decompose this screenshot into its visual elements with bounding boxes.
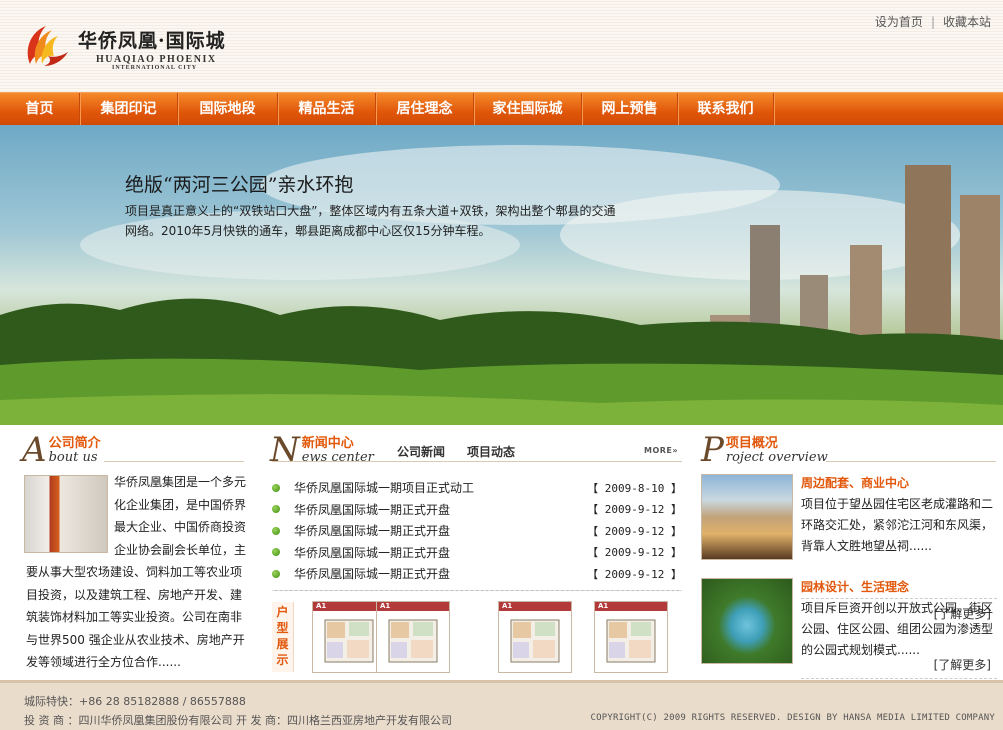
bullet-icon — [272, 483, 280, 492]
banner-description: 项目是真正意义上的“双铁站口大盘”，整体区域内有五条大道+双铁，架构出整个郫县的… — [125, 204, 616, 238]
tab-company-news[interactable]: 公司新闻 — [397, 443, 445, 460]
news-item-title[interactable]: 华侨凤凰国际城一期正式开盘 — [294, 501, 587, 518]
floor-plan-type: A1 — [499, 602, 571, 611]
nav-item-living[interactable]: 家住国际城 — [474, 93, 582, 126]
news-heading-line — [272, 461, 682, 462]
project-heading-cn: 项目概况 — [725, 436, 778, 451]
floor-plan-icon — [510, 619, 560, 663]
learn-more-link[interactable]: [了解更多] — [934, 656, 991, 673]
floor-plan-type: A1 — [377, 602, 449, 611]
bullet-icon — [272, 526, 280, 535]
project-item: 周边配套、商业中心 项目位于望丛园住宅区老成灌路和二环路交汇处，紧邻沱江河和东风… — [701, 474, 997, 621]
hero-banner: 绝版“两河三公园”亲水环抱 项目是真正意义上的“双铁站口大盘”，整体区域内有五条… — [0, 125, 1003, 425]
floor-plan-icon — [324, 619, 374, 663]
site-logo[interactable]: 华侨凤凰·国际城 HUAQIAO PHOENIX INTERNATIONAL C… — [22, 20, 226, 72]
news-list: 华侨凤凰国际城一期项目正式动工 【 2009-8-10 】 华侨凤凰国际城一期正… — [272, 477, 682, 585]
news-item-date: 【 2009-9-12 】 — [587, 503, 682, 517]
project-image-commercial[interactable] — [701, 474, 793, 560]
floor-plan-thumb[interactable]: A1 — [594, 601, 668, 673]
news-item[interactable]: 华侨凤凰国际城一期正式开盘 【 2009-9-12 】 — [272, 563, 682, 585]
floor-plan-icon — [606, 619, 656, 663]
footer-copyright: COPYRIGHT(C) 2009 RIGHTS RESERVED. DESIG… — [590, 713, 995, 723]
about-heading-en: bout us — [48, 450, 98, 465]
nav-item-presale[interactable]: 网上预售 — [582, 93, 678, 126]
news-item[interactable]: 华侨凤凰国际城一期正式开盘 【 2009-9-12 】 — [272, 520, 682, 542]
bullet-icon — [272, 548, 280, 557]
logo-english-name: HUAQIAO PHOENIX — [96, 54, 217, 65]
about-heading-line — [104, 461, 244, 462]
project-item-title[interactable]: 周边配套、商业中心 — [801, 474, 909, 491]
news-more-link[interactable]: MORE» — [644, 446, 678, 455]
news-item-title[interactable]: 华侨凤凰国际城一期正式开盘 — [294, 565, 587, 582]
logo-chinese-name: 华侨凤凰·国际城 — [78, 30, 226, 52]
project-item-desc: 项目位于望丛园住宅区老成灌路和二环路交汇处，紧邻沱江河和东风渠，背靠人文胜地望丛… — [801, 497, 994, 553]
project-image-garden[interactable] — [701, 578, 793, 664]
nav-item-home[interactable]: 首页 — [0, 93, 80, 126]
floor-plan-thumb[interactable]: A1 — [312, 601, 386, 673]
news-item-date: 【 2009-9-12 】 — [587, 546, 682, 560]
bookmark-link[interactable]: 收藏本站 — [943, 15, 991, 29]
site-header: 华侨凤凰·国际城 HUAQIAO PHOENIX INTERNATIONAL C… — [0, 0, 1003, 92]
news-item-title[interactable]: 华侨凤凰国际城一期项目正式动工 — [294, 479, 587, 496]
nav-item-concept[interactable]: 居住理念 — [376, 93, 474, 126]
about-heading-letter: A — [22, 430, 47, 470]
bullet-icon — [272, 505, 280, 514]
nav-item-contact[interactable]: 联系我们 — [678, 93, 774, 126]
project-item-desc: 项目斥巨资开创以开放式公园、街区公园、住区公园、组团公园为渗透型的公园式规划模式… — [801, 601, 994, 657]
floor-plan-label: 户型展示 — [272, 602, 294, 672]
news-heading-en: ews center — [301, 450, 374, 465]
news-item[interactable]: 华侨凤凰国际城一期正式开盘 【 2009-9-12 】 — [272, 542, 682, 564]
floor-plan-type: A1 — [313, 602, 385, 611]
footer-hotline: 城际特快：+86 28 85182888 / 86557888 — [24, 695, 246, 708]
project-item-title[interactable]: 园林设计、生活理念 — [801, 578, 909, 595]
news-item[interactable]: 华侨凤凰国际城一期项目正式动工 【 2009-8-10 】 — [272, 477, 682, 499]
logo-english-subtitle: INTERNATIONAL CITY — [112, 65, 198, 71]
news-item-date: 【 2009-8-10 】 — [587, 481, 682, 495]
about-text: 华侨凤凰集团是一个多元化企业集团，是中国侨界最大企业、中国侨商投资企业协会副会长… — [26, 471, 246, 674]
top-links-separator: | — [930, 15, 935, 29]
about-section-heading: A 公司简介 bout us — [22, 430, 101, 470]
news-tabs: 公司新闻 项目动态 — [397, 443, 515, 460]
banner-title: 绝版“两河三公园”亲水环抱 — [125, 174, 354, 196]
project-item: 园林设计、生活理念 项目斥巨资开创以开放式公园、街区公园、住区公园、组团公园为渗… — [701, 578, 997, 679]
project-heading-line — [826, 461, 996, 462]
floor-plan-icon — [388, 619, 438, 663]
tab-project-news[interactable]: 项目动态 — [467, 443, 515, 460]
floor-plan-type: A1 — [595, 602, 667, 611]
news-heading-cn: 新闻中心 — [301, 436, 354, 451]
top-links: 设为首页 | 收藏本站 — [875, 13, 991, 30]
project-heading-letter: P — [701, 430, 724, 470]
floor-plan-thumb[interactable]: A1 — [498, 601, 572, 673]
footer-companies: 投 资 商 ：四川华侨凤凰集团股份有限公司 开 发 商：四川格兰西亚房地产开发有… — [24, 714, 452, 727]
main-nav: 首页 集团印记 国际地段 精品生活 居住理念 家住国际城 网上预售 联系我们 — [0, 92, 1003, 126]
news-item[interactable]: 华侨凤凰国际城一期正式开盘 【 2009-9-12 】 — [272, 499, 682, 521]
bullet-icon — [272, 569, 280, 578]
nav-item-lifestyle[interactable]: 精品生活 — [278, 93, 376, 126]
project-section-heading: P 项目概况 roject overview — [701, 430, 828, 470]
main-content: A 公司简介 bout us 华侨凤凰集团是一个多元化企业集团，是中国侨界最大企… — [0, 425, 1003, 680]
nav-item-location[interactable]: 国际地段 — [178, 93, 278, 126]
project-heading-en: roject overview — [725, 450, 828, 465]
set-homepage-link[interactable]: 设为首页 — [875, 15, 923, 29]
project-item-divider — [801, 678, 997, 679]
floor-plan-thumb[interactable]: A1 — [376, 601, 450, 673]
news-item-title[interactable]: 华侨凤凰国际城一期正式开盘 — [294, 544, 587, 561]
about-heading-cn: 公司简介 — [48, 436, 101, 451]
phoenix-logo-icon — [22, 20, 74, 72]
news-divider — [272, 590, 682, 591]
news-item-date: 【 2009-9-12 】 — [587, 524, 682, 538]
news-item-title[interactable]: 华侨凤凰国际城一期正式开盘 — [294, 522, 587, 539]
site-footer: 城际特快：+86 28 85182888 / 86557888 投 资 商 ：四… — [0, 680, 1003, 730]
nav-item-group[interactable]: 集团印记 — [80, 93, 178, 126]
news-item-date: 【 2009-9-12 】 — [587, 567, 682, 581]
